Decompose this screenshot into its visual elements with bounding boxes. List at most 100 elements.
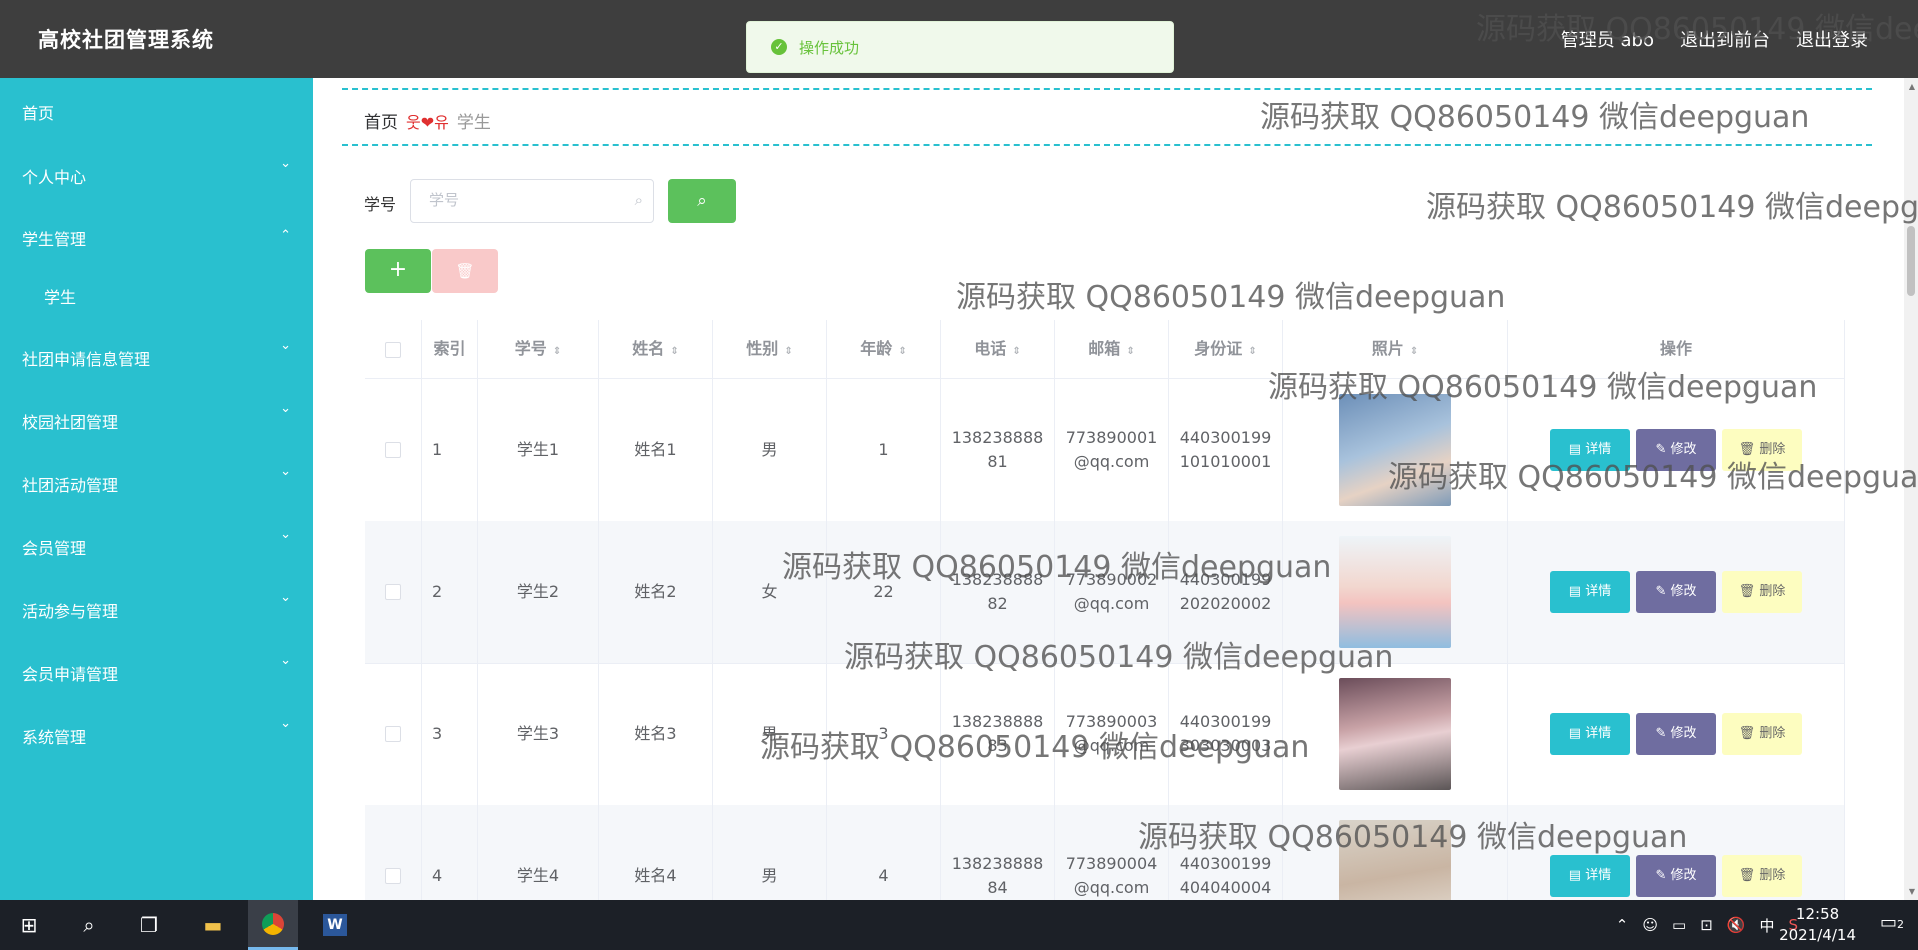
sidebar-item-student-management[interactable]: 学生管理 ⌃ bbox=[0, 206, 313, 268]
battery-icon[interactable]: ▭ bbox=[1672, 916, 1686, 934]
sort-icon[interactable]: ⇕ bbox=[1012, 346, 1020, 357]
page-scrollbar[interactable]: ▲ ▼ bbox=[1904, 78, 1918, 900]
scroll-up-arrow-icon[interactable]: ▲ bbox=[1909, 82, 1915, 91]
edit-label: 修改 bbox=[1670, 868, 1697, 883]
delete-button[interactable]: 🗑 删除 bbox=[1722, 571, 1802, 613]
sort-icon[interactable]: ⇕ bbox=[784, 346, 792, 357]
tray-app-icon[interactable]: ☺ bbox=[1642, 916, 1658, 934]
phone-line-2: 81 bbox=[987, 452, 1008, 471]
edit-button[interactable]: ✎ 修改 bbox=[1636, 571, 1716, 613]
cell-gender: 男 bbox=[713, 379, 827, 521]
sidebar-item-club-application-info[interactable]: 社团申请信息管理 ⌄ bbox=[0, 324, 313, 387]
windows-start-icon[interactable]: ⊞ bbox=[4, 900, 54, 950]
student-photo[interactable] bbox=[1339, 536, 1451, 648]
word-icon[interactable]: W bbox=[310, 900, 360, 950]
system-tray: ⌃ ☺ ▭ ⊡ 🔇 中 S bbox=[1616, 900, 1798, 950]
taskbar-clock[interactable]: 12:58 2021/4/14 bbox=[1779, 904, 1856, 946]
sidebar-item-label: 会员申请管理 bbox=[22, 665, 119, 684]
tray-expand-icon[interactable]: ⌃ bbox=[1616, 916, 1629, 934]
sort-icon[interactable]: ⇕ bbox=[898, 346, 906, 357]
task-view-icon[interactable]: ❐ bbox=[124, 900, 174, 950]
col-age[interactable]: 年龄 ⇕ bbox=[827, 320, 941, 378]
search-icon[interactable]: ⌕ bbox=[64, 900, 114, 950]
detail-button[interactable]: ▤ 详情 bbox=[1550, 571, 1630, 613]
col-photo[interactable]: 照片 ⇕ bbox=[1283, 320, 1508, 378]
sidebar-item-club-activities[interactable]: 社团活动管理 ⌄ bbox=[0, 450, 313, 513]
detail-button[interactable]: ▤ 详情 bbox=[1550, 713, 1630, 755]
batch-delete-button[interactable]: 🗑 bbox=[432, 249, 498, 293]
scroll-down-arrow-icon[interactable]: ▼ bbox=[1909, 887, 1915, 896]
table-header: 索引 学号 ⇕ 姓名 ⇕ 性别 ⇕ 年龄 ⇕ 电话 ⇕ 邮箱 ⇕ 身份证 ⇕ 照片 ⇕ 操作 bbox=[365, 320, 1845, 379]
cell-email: 773890003 @qq.com bbox=[1055, 663, 1169, 805]
sidebar-item-system[interactable]: 系统管理 ⌄ bbox=[0, 702, 313, 765]
cell-actions: ▤ 详情 ✎ 修改 🗑 删除 bbox=[1508, 379, 1845, 521]
search-input[interactable] bbox=[427, 190, 621, 210]
breadcrumb-home[interactable]: 首页 bbox=[364, 108, 398, 133]
chevron-up-icon: ⌃ bbox=[280, 228, 291, 243]
sidebar-item-home[interactable]: 首页 bbox=[0, 78, 313, 142]
sort-icon[interactable]: ⇕ bbox=[1248, 346, 1256, 357]
delete-button[interactable]: 🗑 删除 bbox=[1722, 713, 1802, 755]
search-field[interactable]: ⌕ bbox=[410, 179, 654, 223]
email-line-1: 773890003 bbox=[1065, 712, 1158, 731]
sort-icon[interactable]: ⇕ bbox=[670, 346, 678, 357]
chrome-icon[interactable] bbox=[248, 900, 298, 950]
row-checkbox[interactable] bbox=[385, 726, 401, 742]
select-all-checkbox[interactable] bbox=[385, 341, 401, 358]
col-student-id[interactable]: 学号 ⇕ bbox=[478, 320, 599, 378]
student-photo[interactable] bbox=[1339, 678, 1451, 790]
sidebar-item-members[interactable]: 会员管理 ⌄ bbox=[0, 513, 313, 576]
logout-link[interactable]: 退出登录 bbox=[1796, 26, 1868, 52]
trash-icon: 🗑 bbox=[1738, 442, 1760, 457]
sort-icon[interactable]: ⇕ bbox=[1126, 346, 1134, 357]
sidebar-item-activity-participation[interactable]: 活动参与管理 ⌄ bbox=[0, 576, 313, 639]
sidebar-item-member-applications[interactable]: 会员申请管理 ⌄ bbox=[0, 639, 313, 702]
cell-student-id: 学生3 bbox=[478, 663, 599, 805]
delete-button[interactable]: 🗑 删除 bbox=[1722, 855, 1802, 897]
edit-button[interactable]: ✎ 修改 bbox=[1636, 713, 1716, 755]
col-id-card[interactable]: 身份证 ⇕ bbox=[1169, 320, 1283, 378]
sort-icon[interactable]: ⇕ bbox=[553, 346, 561, 357]
cell-id-card: 440300199 202020002 bbox=[1169, 521, 1283, 663]
cell-id-card: 440300199 303030003 bbox=[1169, 663, 1283, 805]
pencil-icon: ✎ bbox=[1655, 584, 1671, 599]
col-email[interactable]: 邮箱 ⇕ bbox=[1055, 320, 1169, 378]
add-button[interactable]: + bbox=[365, 249, 431, 293]
scrollbar-thumb[interactable] bbox=[1907, 226, 1915, 296]
col-student-id-label: 学号 bbox=[514, 339, 547, 358]
detail-button[interactable]: ▤ 详情 bbox=[1550, 855, 1630, 897]
network-icon[interactable]: ⊡ bbox=[1700, 916, 1713, 934]
exit-to-front-link[interactable]: 退出到前台 bbox=[1680, 26, 1770, 52]
col-gender-label: 性别 bbox=[746, 339, 779, 358]
search-button[interactable]: ⌕ bbox=[668, 179, 736, 223]
sort-icon[interactable]: ⇕ bbox=[1410, 346, 1418, 357]
col-gender[interactable]: 性别 ⇕ bbox=[713, 320, 827, 378]
search-icon: ⌕ bbox=[634, 191, 643, 209]
row-checkbox[interactable] bbox=[385, 868, 401, 884]
row-checkbox[interactable] bbox=[385, 584, 401, 600]
col-name[interactable]: 姓名 ⇕ bbox=[599, 320, 713, 378]
edit-button[interactable]: ✎ 修改 bbox=[1636, 429, 1716, 471]
ime-indicator[interactable]: 中 bbox=[1759, 915, 1774, 936]
cell-photo bbox=[1283, 521, 1508, 663]
col-phone[interactable]: 电话 ⇕ bbox=[941, 320, 1055, 378]
breadcrumb-box: 首页 웃❤유 学生 bbox=[342, 88, 1872, 146]
row-checkbox[interactable] bbox=[385, 442, 401, 458]
phone-line-2: 83 bbox=[987, 736, 1008, 755]
sidebar-item-label: 会员管理 bbox=[22, 539, 87, 558]
sidebar-item-campus-clubs[interactable]: 校园社团管理 ⌄ bbox=[0, 387, 313, 450]
edit-button[interactable]: ✎ 修改 bbox=[1636, 855, 1716, 897]
col-name-label: 姓名 bbox=[632, 339, 665, 358]
detail-button[interactable]: ▤ 详情 bbox=[1550, 429, 1630, 471]
notification-center-icon[interactable]: ▭2 bbox=[1880, 912, 1904, 933]
volume-muted-icon[interactable]: 🔇 bbox=[1727, 916, 1746, 934]
file-explorer-icon[interactable]: ▬ bbox=[188, 900, 238, 950]
sidebar-item-student[interactable]: 学生 bbox=[0, 268, 313, 324]
phone-line-1: 138238888 bbox=[951, 854, 1044, 873]
id-line-2: 404040004 bbox=[1179, 878, 1272, 897]
sidebar-item-personal-center[interactable]: 个人中心 ⌄ bbox=[0, 142, 313, 206]
student-photo[interactable] bbox=[1339, 394, 1451, 506]
chevron-down-icon: ⌄ bbox=[280, 156, 291, 171]
delete-button[interactable]: 🗑 删除 bbox=[1722, 429, 1802, 471]
admin-user-label[interactable]: 管理员 abo bbox=[1561, 26, 1654, 52]
